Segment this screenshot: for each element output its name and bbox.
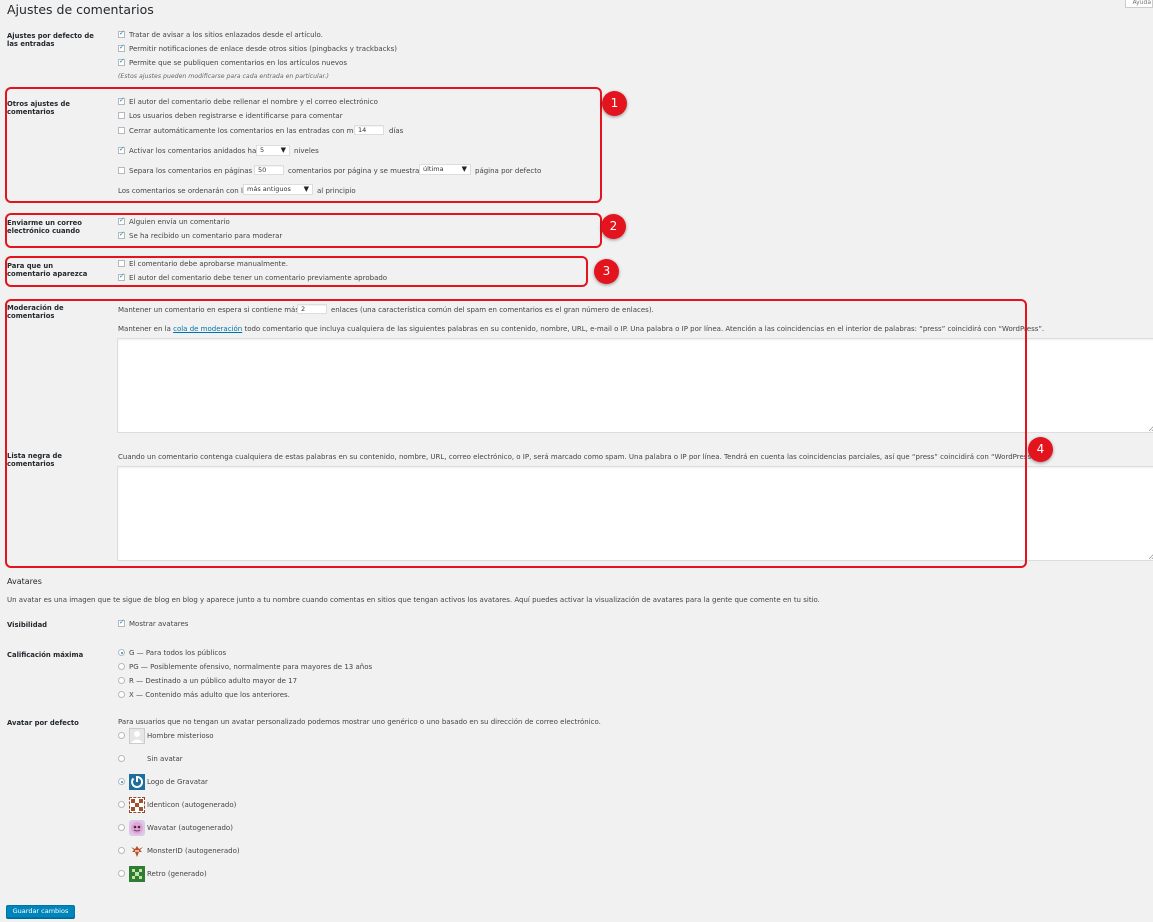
annotation-badge-4: 4	[1028, 437, 1053, 462]
identicon-icon	[129, 797, 145, 813]
default-avatar-label: Avatar por defecto	[7, 719, 79, 727]
defaults-checkbox-2[interactable]	[118, 43, 125, 52]
rating-radio-g[interactable]	[118, 649, 125, 656]
defaults-option-3: Permite que se publiquen comentarios en …	[129, 59, 347, 67]
avatar-retro-label: Retro (generado)	[147, 870, 207, 878]
annotation-box-3	[5, 256, 588, 287]
defaults-note: (Estos ajustes pueden modificarse para c…	[118, 73, 329, 80]
avatars-heading: Avatares	[7, 577, 42, 586]
visibility-label: Visibilidad	[7, 621, 48, 629]
mystery-man-icon	[129, 728, 145, 744]
avatar-radio-retro[interactable]	[118, 870, 125, 877]
defaults-checkbox-1[interactable]	[118, 29, 125, 38]
save-changes-button[interactable]: Guardar cambios	[6, 905, 75, 918]
wavatar-icon	[129, 820, 145, 836]
page-title: Ajustes de comentarios	[7, 2, 154, 17]
avatar-radio-monsterid[interactable]	[118, 847, 125, 854]
rating-x-label: X — Contenido más adulto que los anterio…	[129, 691, 290, 699]
defaults-option-2: Permitir notificaciones de enlace desde …	[129, 45, 397, 53]
rating-radio-x[interactable]	[118, 691, 125, 698]
show-avatars-label: Mostrar avatares	[129, 620, 189, 628]
defaults-option-1: Tratar de avisar a los sitios enlazados …	[129, 31, 323, 39]
annotation-badge-2: 2	[601, 214, 626, 239]
rating-r-label: R — Destinado a un público adulto mayor …	[129, 677, 298, 685]
avatar-radio-blank[interactable]	[118, 755, 125, 762]
avatar-wavatar-label: Wavatar (autogenerado)	[147, 824, 233, 832]
monsterid-icon	[129, 843, 145, 859]
rating-pg-label: PG — Posiblemente ofensivo, normalmente …	[129, 663, 373, 671]
avatars-intro: Un avatar es una imagen que te sigue de …	[7, 596, 820, 604]
help-tab[interactable]: Ayuda	[1125, 0, 1153, 8]
annotation-badge-1: 1	[602, 91, 627, 116]
rating-radio-r[interactable]	[118, 677, 125, 684]
avatar-radio-gravatar[interactable]	[118, 778, 125, 785]
avatar-identicon-label: Identicon (autogenerado)	[147, 801, 237, 809]
annotation-box-2	[5, 213, 602, 248]
avatar-mystery-label: Hombre misterioso	[147, 732, 214, 740]
avatar-radio-wavatar[interactable]	[118, 824, 125, 831]
rating-label: Calificación máxima	[7, 651, 84, 659]
resize-grip-icon[interactable]	[1149, 553, 1153, 559]
blank-icon	[129, 751, 145, 767]
avatar-gravatar-label: Logo de Gravatar	[147, 778, 208, 786]
resize-grip-icon[interactable]	[1149, 425, 1153, 431]
defaults-label: Ajustes por defecto de las entradas	[7, 32, 94, 49]
avatar-radio-mystery[interactable]	[118, 732, 125, 739]
default-avatar-desc: Para usuarios que no tengan un avatar pe…	[118, 718, 601, 726]
annotation-badge-3: 3	[594, 259, 619, 284]
rating-radio-pg[interactable]	[118, 663, 125, 670]
show-avatars-checkbox[interactable]	[118, 618, 125, 627]
annotation-box-1	[5, 87, 602, 203]
avatar-radio-identicon[interactable]	[118, 801, 125, 808]
avatar-monsterid-label: MonsterID (autogenerado)	[147, 847, 240, 855]
avatar-blank-label: Sin avatar	[147, 755, 183, 763]
annotation-box-4	[5, 299, 1027, 568]
gravatar-logo-icon	[129, 774, 145, 790]
defaults-checkbox-3[interactable]	[118, 57, 125, 66]
retro-icon	[129, 866, 145, 882]
rating-g-label: G — Para todos los públicos	[129, 649, 227, 657]
